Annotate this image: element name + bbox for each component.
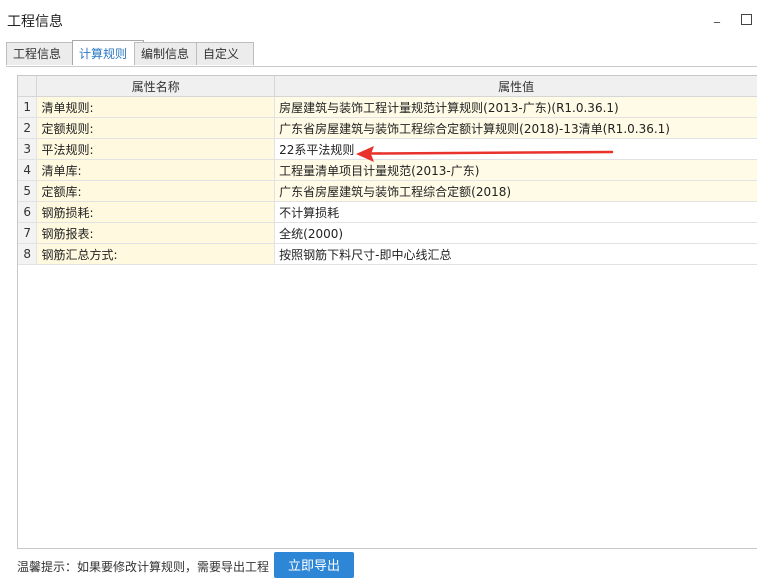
row-value[interactable]: 按照钢筋下料尺寸-即中心线汇总 xyxy=(274,243,757,265)
row-index: 5 xyxy=(18,180,38,202)
footer-bar: 温馨提示：如果要修改计算规则，需要导出工程 立即导出 xyxy=(17,552,757,578)
tab-project-info[interactable]: 工程信息 xyxy=(6,42,76,65)
table-row[interactable]: 1 清单规则: 房屋建筑与装饰工程计量规范计算规则(2013-广东)(R1.0.… xyxy=(18,96,757,118)
row-name: 清单库: xyxy=(36,159,276,181)
property-table: 属性名称 属性值 1 清单规则: 房屋建筑与装饰工程计量规范计算规则(2013-… xyxy=(18,76,757,265)
row-index: 6 xyxy=(18,201,38,223)
row-index: 8 xyxy=(18,243,38,265)
maximize-icon[interactable] xyxy=(741,14,752,25)
tab-divider xyxy=(6,66,757,67)
row-name: 钢筋汇总方式: xyxy=(36,243,276,265)
table-row[interactable]: 6 钢筋损耗: 不计算损耗 xyxy=(18,201,757,223)
row-value[interactable]: 广东省房屋建筑与装饰工程综合定额计算规则(2018)-13清单(R1.0.36.… xyxy=(274,117,757,139)
row-index: 7 xyxy=(18,222,38,244)
property-grid: 属性名称 属性值 1 清单规则: 房屋建筑与装饰工程计量规范计算规则(2013-… xyxy=(17,75,757,549)
row-name: 清单规则: xyxy=(36,96,276,118)
table-row[interactable]: 5 定额库: 广东省房屋建筑与装饰工程综合定额(2018) xyxy=(18,180,757,202)
row-value[interactable]: 22系平法规则 xyxy=(274,138,757,160)
row-name: 平法规则: xyxy=(36,138,276,160)
tab-compile-info[interactable]: 编制信息 xyxy=(134,42,204,65)
column-header-name[interactable]: 属性名称 xyxy=(36,76,276,97)
table-row[interactable]: 8 钢筋汇总方式: 按照钢筋下料尺寸-即中心线汇总 xyxy=(18,243,757,265)
column-header-index xyxy=(18,76,38,97)
title-bar: 工程信息 _ xyxy=(0,0,757,38)
row-value[interactable]: 广东省房屋建筑与装饰工程综合定额(2018) xyxy=(274,180,757,202)
table-row[interactable]: 4 清单库: 工程量清单项目计量规范(2013-广东) xyxy=(18,159,757,181)
table-row[interactable]: 2 定额规则: 广东省房屋建筑与装饰工程综合定额计算规则(2018)-13清单(… xyxy=(18,117,757,139)
row-value[interactable]: 工程量清单项目计量规范(2013-广东) xyxy=(274,159,757,181)
export-button[interactable]: 立即导出 xyxy=(274,552,354,578)
row-index: 2 xyxy=(18,117,38,139)
table-header-row: 属性名称 属性值 xyxy=(18,76,757,97)
tab-custom[interactable]: 自定义 xyxy=(196,42,254,65)
window-title: 工程信息 xyxy=(7,14,63,30)
row-value[interactable]: 不计算损耗 xyxy=(274,201,757,223)
hint-text: 温馨提示：如果要修改计算规则，需要导出工程 xyxy=(17,560,270,574)
row-index: 1 xyxy=(18,96,38,118)
row-index: 4 xyxy=(18,159,38,181)
minimize-icon[interactable]: _ xyxy=(714,9,720,23)
row-index: 3 xyxy=(18,138,38,160)
row-name: 定额规则: xyxy=(36,117,276,139)
row-value[interactable]: 房屋建筑与装饰工程计量规范计算规则(2013-广东)(R1.0.36.1) xyxy=(274,96,757,118)
row-name: 钢筋报表: xyxy=(36,222,276,244)
row-name: 定额库: xyxy=(36,180,276,202)
table-row[interactable]: 7 钢筋报表: 全统(2000) xyxy=(18,222,757,244)
row-value[interactable]: 全统(2000) xyxy=(274,222,757,244)
row-name: 钢筋损耗: xyxy=(36,201,276,223)
table-row[interactable]: 3 平法规则: 22系平法规则 xyxy=(18,138,757,160)
column-header-value[interactable]: 属性值 xyxy=(274,76,757,97)
